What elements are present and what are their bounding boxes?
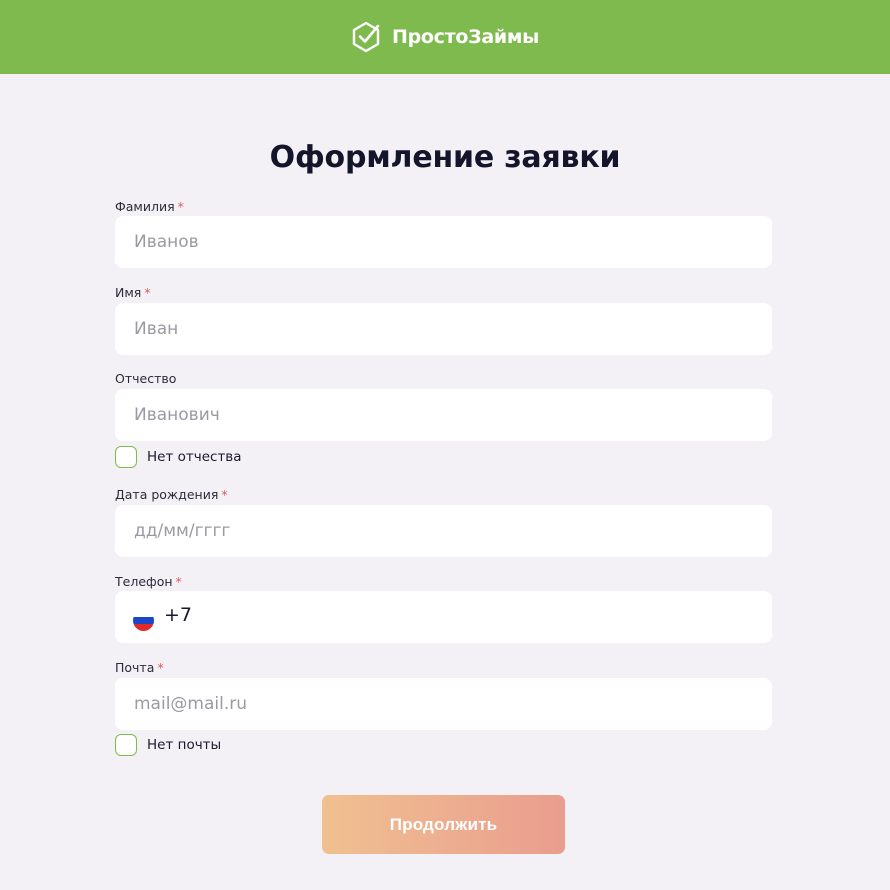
birth-date-label-text: Дата рождения (115, 487, 219, 502)
last-name-label: Фамилия * (115, 199, 184, 215)
no-patronymic-checkbox-row[interactable]: Нет отчества (115, 446, 242, 468)
required-mark: * (221, 487, 228, 502)
last-name-placeholder: Иванов (134, 232, 199, 252)
required-mark: * (157, 660, 164, 675)
email-placeholder: mail@mail.ru (134, 694, 248, 714)
no-patronymic-checkbox[interactable] (115, 446, 137, 468)
first-name-label-text: Имя (115, 285, 142, 300)
no-email-checkbox[interactable] (115, 734, 137, 756)
patronymic-placeholder: Иванович (134, 405, 220, 425)
last-name-label-text: Фамилия (115, 199, 175, 214)
birth-date-placeholder: дд/мм/гггг (134, 521, 231, 541)
phone-label: Телефон * (115, 574, 182, 590)
phone-label-text: Телефон (115, 574, 173, 589)
email-label-text: Почта (115, 660, 155, 675)
patronymic-input[interactable]: Иванович (115, 389, 772, 441)
phone-input[interactable]: +7 (115, 591, 772, 643)
patronymic-label: Отчество (115, 371, 176, 387)
site-header: ПростоЗаймы (0, 0, 890, 74)
shield-check-icon (352, 21, 380, 53)
required-mark: * (175, 574, 182, 589)
birth-date-input[interactable]: дд/мм/гггг (115, 505, 772, 557)
email-input[interactable]: mail@mail.ru (115, 678, 772, 730)
no-patronymic-label[interactable]: Нет отчества (147, 449, 242, 465)
no-email-checkbox-row[interactable]: Нет почты (115, 734, 221, 756)
required-mark: * (177, 199, 184, 214)
brand-logo[interactable]: ПростоЗаймы (349, 20, 539, 54)
patronymic-label-text: Отчество (115, 371, 177, 386)
no-email-label[interactable]: Нет почты (147, 737, 221, 753)
brand-name: ПростоЗаймы (392, 26, 539, 48)
first-name-input[interactable]: Иван (115, 303, 772, 355)
first-name-placeholder: Иван (134, 319, 179, 339)
russia-flag-icon[interactable] (133, 609, 154, 631)
continue-button[interactable]: Продолжить (322, 795, 565, 854)
page-title: Оформление заявки (269, 140, 621, 175)
first-name-label: Имя * (115, 285, 151, 301)
last-name-input[interactable]: Иванов (115, 216, 772, 268)
email-label: Почта * (115, 660, 164, 676)
birth-date-label: Дата рождения * (115, 487, 228, 503)
required-mark: * (144, 285, 151, 300)
phone-value: +7 (164, 604, 193, 626)
